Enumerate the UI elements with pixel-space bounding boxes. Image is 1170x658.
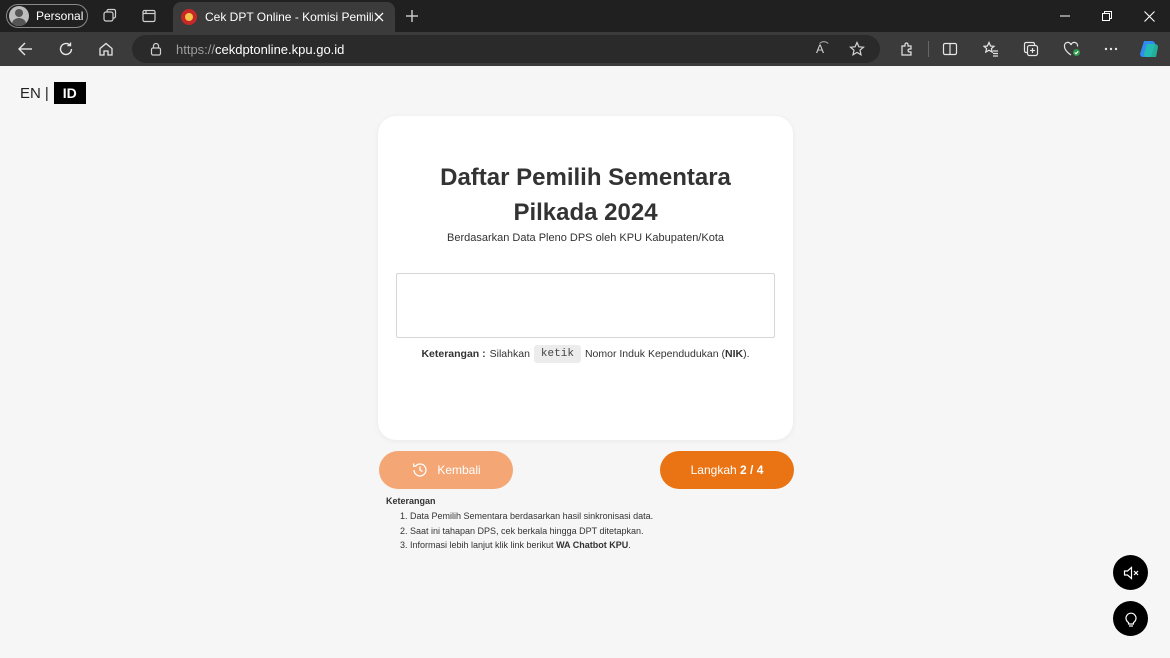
hint-text-mid: Nomor Induk Kependudukan ( bbox=[584, 348, 726, 360]
info-notes: Keterangan Data Pemilih Sementara berdas… bbox=[386, 496, 653, 553]
favorites-icon[interactable] bbox=[980, 38, 1002, 60]
kpu-favicon-icon bbox=[181, 9, 197, 25]
lang-en-link[interactable]: EN bbox=[20, 85, 41, 102]
split-screen-icon[interactable] bbox=[939, 38, 961, 60]
home-icon[interactable] bbox=[95, 38, 117, 60]
read-aloud-icon[interactable]: A͡ bbox=[811, 40, 829, 58]
tips-button[interactable] bbox=[1113, 601, 1148, 636]
new-tab-icon[interactable] bbox=[402, 6, 422, 26]
extensions-icon[interactable] bbox=[896, 38, 918, 60]
back-arrow-icon[interactable] bbox=[14, 38, 36, 60]
hint-kbd: ketik bbox=[533, 345, 581, 363]
favorite-star-icon[interactable] bbox=[848, 40, 866, 58]
address-bar[interactable]: https://cekdptonline.kpu.go.id A͡ bbox=[132, 35, 880, 63]
browser-titlebar: Personal Cek DPT Online - Komisi Pemilih… bbox=[0, 0, 1170, 32]
browser-toolbar: https://cekdptonline.kpu.go.id A͡ bbox=[0, 32, 1170, 66]
wa-chatbot-link[interactable]: WA Chatbot KPU bbox=[556, 540, 628, 550]
copilot-icon[interactable] bbox=[1138, 38, 1160, 60]
info-title: Keterangan bbox=[386, 496, 436, 506]
minimize-icon[interactable] bbox=[1044, 0, 1086, 32]
refresh-icon[interactable] bbox=[55, 38, 77, 60]
collections-icon[interactable] bbox=[1020, 38, 1042, 60]
check-dps-card: Daftar Pemilih Sementara Pilkada 2024 Be… bbox=[378, 116, 793, 440]
tab-title: Cek DPT Online - Komisi Pemilihan Umum bbox=[205, 10, 373, 24]
close-window-icon[interactable] bbox=[1128, 0, 1170, 32]
nik-input[interactable] bbox=[396, 273, 775, 338]
hint-text-pre: Silahkan bbox=[489, 348, 530, 360]
avatar bbox=[9, 6, 29, 26]
restore-icon[interactable] bbox=[1086, 0, 1128, 32]
back-clock-icon bbox=[411, 461, 429, 479]
page-subtitle: Berdasarkan Data Pleno DPS oleh KPU Kabu… bbox=[446, 232, 724, 244]
page-viewport: EN | ID Daftar Pemilih Sementara Pilkada… bbox=[0, 66, 1170, 658]
toolbar-divider bbox=[928, 41, 929, 57]
url-text[interactable]: https://cekdptonline.kpu.go.id bbox=[176, 42, 344, 57]
profile-button[interactable]: Personal bbox=[6, 4, 88, 28]
next-button-step: 2 / 4 bbox=[740, 463, 764, 477]
lock-icon[interactable] bbox=[148, 41, 164, 57]
next-button-label: Langkah bbox=[690, 463, 737, 477]
workspaces-icon[interactable] bbox=[100, 6, 120, 26]
browser-essentials-icon[interactable] bbox=[1061, 38, 1083, 60]
mute-sound-button[interactable] bbox=[1113, 555, 1148, 590]
lightbulb-icon bbox=[1124, 612, 1137, 627]
back-button-label: Kembali bbox=[437, 463, 481, 477]
next-step-button[interactable]: Langkah 2 / 4 bbox=[660, 451, 794, 489]
more-options-icon[interactable] bbox=[1100, 38, 1122, 60]
hint-text-post: ). bbox=[743, 348, 750, 360]
profile-label: Personal bbox=[36, 9, 84, 23]
info-item: Informasi lebih lanjut klik link berikut… bbox=[410, 538, 653, 553]
hint-label: Keterangan : bbox=[421, 348, 486, 360]
info-item: Data Pemilih Sementara berdasarkan hasil… bbox=[410, 509, 653, 524]
page-title: Daftar Pemilih Sementara Pilkada 2024 bbox=[440, 164, 731, 226]
lang-id-link[interactable]: ID bbox=[53, 82, 86, 104]
mute-icon bbox=[1123, 565, 1138, 580]
nik-hint: Keterangan : Silahkan ketik Nomor Induk … bbox=[378, 345, 793, 363]
back-button[interactable]: Kembali bbox=[379, 451, 513, 489]
info-item: Saat ini tahapan DPS, cek berkala hingga… bbox=[410, 524, 653, 539]
info-list: Data Pemilih Sementara berdasarkan hasil… bbox=[386, 509, 653, 553]
active-tab[interactable]: Cek DPT Online - Komisi Pemilihan Umum bbox=[173, 2, 395, 32]
close-tab-icon[interactable] bbox=[371, 9, 387, 25]
hint-nik: NIK bbox=[725, 348, 744, 360]
language-switcher: EN | ID bbox=[20, 82, 86, 104]
tab-actions-icon[interactable] bbox=[139, 6, 159, 26]
lang-separator: | bbox=[44, 84, 49, 102]
